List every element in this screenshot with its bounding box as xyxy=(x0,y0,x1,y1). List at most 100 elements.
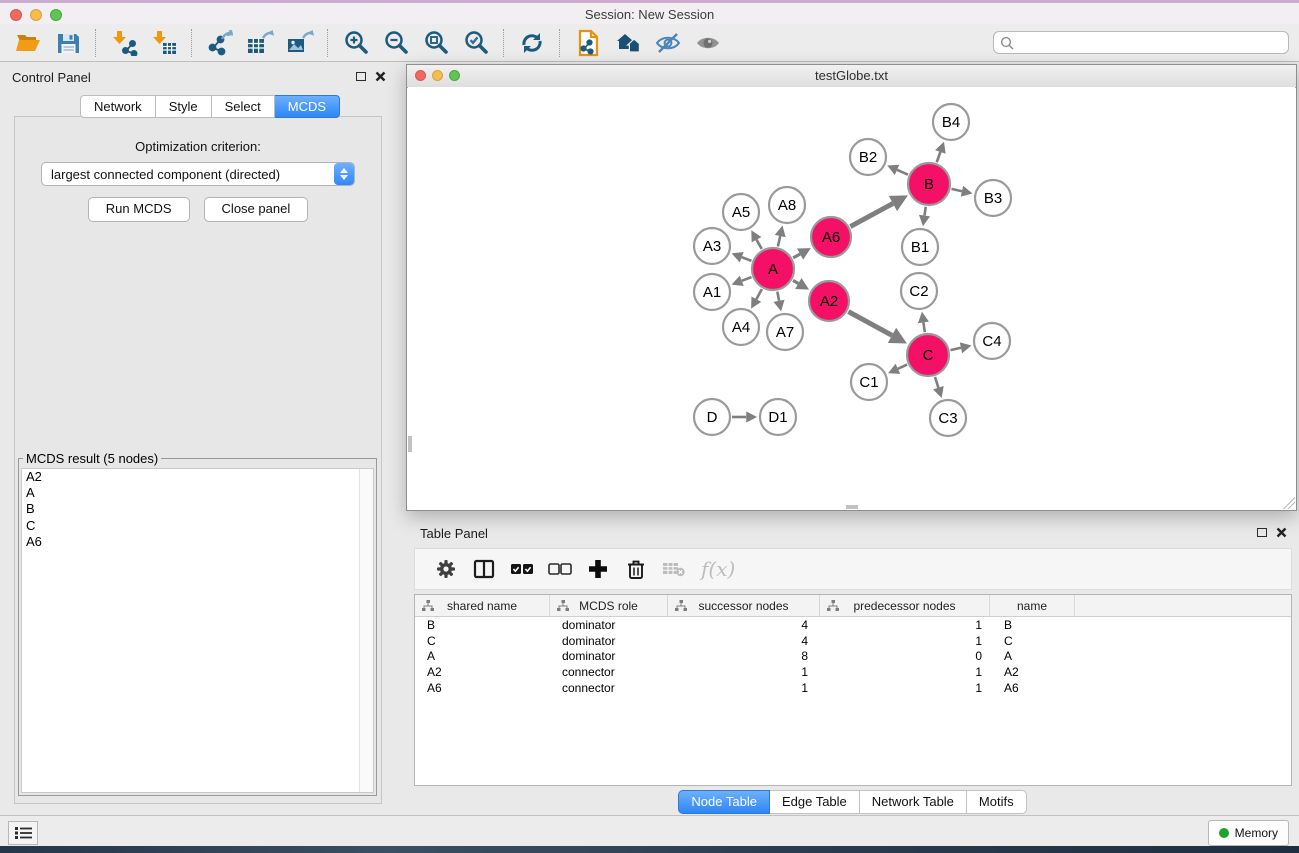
close-panel-button[interactable]: Close panel xyxy=(204,197,309,222)
create-column-button[interactable] xyxy=(579,552,617,586)
tab-node-table[interactable]: Node Table xyxy=(678,790,770,814)
table-cell[interactable]: 0 xyxy=(820,649,990,663)
table-row[interactable]: A2connector11A2 xyxy=(415,664,1291,680)
graph-edge[interactable] xyxy=(778,236,780,247)
mcds-result-item[interactable]: A xyxy=(22,485,373,501)
table-cell[interactable]: B xyxy=(415,618,550,632)
float-table-panel-icon[interactable] xyxy=(1257,528,1267,537)
graph-edge[interactable] xyxy=(756,289,762,299)
network-graph[interactable]: B4B2BB3A5A8A6B1A3AA1C2A2A4A7C4CC1C3DD1 xyxy=(408,87,1295,509)
table-cell[interactable]: 4 xyxy=(668,634,820,648)
graph-edge[interactable] xyxy=(793,280,798,283)
mcds-result-item[interactable]: A6 xyxy=(22,534,373,550)
zoom-selected-button[interactable] xyxy=(456,27,496,59)
table-cell[interactable]: B xyxy=(990,618,1075,632)
table-cell[interactable]: A2 xyxy=(990,665,1075,679)
graph-edge[interactable] xyxy=(935,377,938,388)
graph-edge[interactable] xyxy=(742,257,752,261)
table-cell[interactable]: A xyxy=(990,649,1075,663)
close-table-panel-icon[interactable] xyxy=(1276,527,1287,538)
graph-edge[interactable] xyxy=(924,207,925,216)
graph-edge[interactable] xyxy=(850,204,893,227)
export-network-button[interactable] xyxy=(200,27,240,59)
graph-edge[interactable] xyxy=(793,254,800,258)
optimization-criterion-dropdown[interactable]: largest connected component (directed) xyxy=(41,162,355,186)
zoom-out-button[interactable] xyxy=(376,27,416,59)
deselect-all-button[interactable] xyxy=(541,552,579,586)
table-cell[interactable]: A6 xyxy=(990,681,1075,695)
list-scrollbar[interactable] xyxy=(359,469,373,792)
run-mcds-button[interactable]: Run MCDS xyxy=(88,197,190,222)
table-row[interactable]: A6connector11A6 xyxy=(415,680,1291,696)
table-cell[interactable]: dominator xyxy=(550,634,668,648)
zoom-in-button[interactable] xyxy=(336,27,376,59)
show-all-networks-button[interactable] xyxy=(608,27,648,59)
open-session-button[interactable] xyxy=(8,27,48,59)
table-cell[interactable]: 1 xyxy=(820,665,990,679)
tab-edge-table[interactable]: Edge Table xyxy=(770,790,860,814)
show-task-history-button[interactable] xyxy=(8,821,38,845)
table-cell[interactable]: connector xyxy=(550,665,668,679)
resize-grip-icon[interactable] xyxy=(1283,497,1295,509)
column-header-predecessor-nodes[interactable]: predecessor nodes xyxy=(820,595,990,616)
tab-style[interactable]: Style xyxy=(156,95,212,118)
show-columns-button[interactable] xyxy=(465,552,503,586)
float-panel-icon[interactable] xyxy=(356,72,366,81)
table-settings-button[interactable] xyxy=(427,552,465,586)
tab-network-table[interactable]: Network Table xyxy=(860,790,967,814)
import-network-button[interactable] xyxy=(104,27,144,59)
vertical-scroll-thumb[interactable] xyxy=(408,436,412,452)
mcds-result-item[interactable]: A2 xyxy=(22,469,373,485)
delete-column-button[interactable] xyxy=(617,552,655,586)
table-cell[interactable]: A6 xyxy=(415,681,550,695)
graph-edge[interactable] xyxy=(923,322,924,332)
save-session-button[interactable] xyxy=(48,27,88,59)
graph-edge[interactable] xyxy=(777,292,779,301)
close-panel-icon[interactable] xyxy=(375,71,386,82)
network-document-button[interactable] xyxy=(568,27,608,59)
table-row[interactable]: Bdominator41B xyxy=(415,617,1291,633)
network-canvas[interactable]: B4B2BB3A5A8A6B1A3AA1C2A2A4A7C4CC1C3DD1 xyxy=(408,87,1295,509)
table-cell[interactable]: A xyxy=(415,649,550,663)
graph-edge[interactable] xyxy=(898,365,907,369)
table-cell[interactable]: 1 xyxy=(668,665,820,679)
table-cell[interactable]: C xyxy=(415,634,550,648)
export-image-button[interactable] xyxy=(280,27,320,59)
hide-selected-button[interactable] xyxy=(648,27,688,59)
table-row[interactable]: Adominator80A xyxy=(415,649,1291,665)
horizontal-scroll-thumb[interactable] xyxy=(846,505,858,509)
table-cell[interactable]: A2 xyxy=(415,665,550,679)
refresh-layout-button[interactable] xyxy=(512,27,552,59)
search-input[interactable] xyxy=(1018,33,1288,53)
network-window-titlebar[interactable]: testGlobe.txt xyxy=(407,65,1296,88)
table-cell[interactable]: C xyxy=(990,634,1075,648)
table-cell[interactable]: 1 xyxy=(820,618,990,632)
export-table-button[interactable] xyxy=(240,27,280,59)
table-cell[interactable]: 8 xyxy=(668,649,820,663)
tab-mcds[interactable]: MCDS xyxy=(275,95,340,118)
table-cell[interactable]: connector xyxy=(550,681,668,695)
memory-button[interactable]: Memory xyxy=(1208,820,1289,846)
show-hidden-button[interactable] xyxy=(688,27,728,59)
mcds-result-item[interactable]: C xyxy=(22,518,373,534)
table-cell[interactable]: 1 xyxy=(668,681,820,695)
select-all-button[interactable] xyxy=(503,552,541,586)
graph-edge[interactable] xyxy=(951,189,962,191)
graph-edge[interactable] xyxy=(848,312,892,336)
graph-edge[interactable] xyxy=(937,152,941,162)
table-cell[interactable]: 1 xyxy=(820,681,990,695)
column-header-successor-nodes[interactable]: successor nodes xyxy=(668,595,820,616)
tab-select[interactable]: Select xyxy=(212,95,275,118)
table-cell[interactable]: 4 xyxy=(668,618,820,632)
import-table-button[interactable] xyxy=(144,27,184,59)
table-cell[interactable]: dominator xyxy=(550,618,668,632)
column-header-shared-name[interactable]: shared name xyxy=(415,595,550,616)
table-row[interactable]: Cdominator41C xyxy=(415,633,1291,649)
table-cell[interactable]: 1 xyxy=(820,634,990,648)
graph-edge[interactable] xyxy=(742,277,752,281)
tab-motifs[interactable]: Motifs xyxy=(967,790,1027,814)
table-cell[interactable]: dominator xyxy=(550,649,668,663)
column-header-mcds-role[interactable]: MCDS role xyxy=(550,595,668,616)
graph-edge[interactable] xyxy=(897,170,908,175)
zoom-fit-button[interactable] xyxy=(416,27,456,59)
